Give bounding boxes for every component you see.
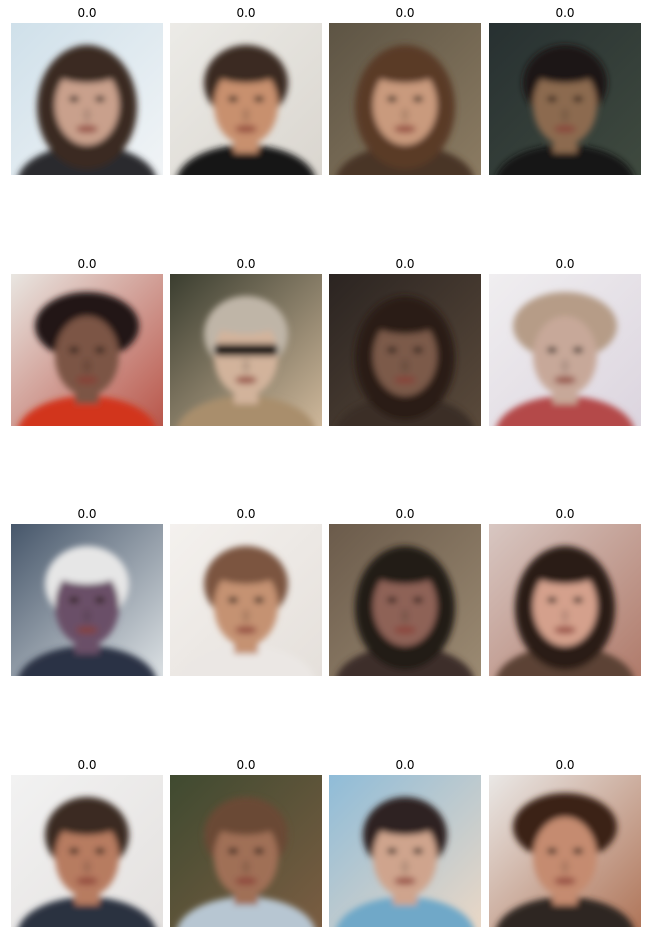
generated-face-image	[329, 524, 481, 676]
panel-title: 0.0	[77, 6, 97, 20]
panel-title: 0.0	[236, 507, 256, 521]
panel-title: 0.0	[236, 257, 256, 271]
panel-title: 0.0	[555, 507, 575, 521]
generated-face-image	[11, 23, 163, 175]
generated-face-image	[170, 775, 322, 927]
panel-title: 0.0	[395, 257, 415, 271]
generated-face-image	[329, 23, 481, 175]
generated-face-image	[11, 524, 163, 676]
panel-title: 0.0	[77, 758, 97, 772]
generated-face-image	[170, 274, 322, 426]
panel-title: 0.0	[77, 257, 97, 271]
image-grid: 0.0 0.0 0.0 0.0 0.0 0.0 0.0 0.0 0.0 0.0 0.0 0.0 0.0 0…	[0, 0, 651, 937]
generated-face-image	[329, 775, 481, 927]
panel-title: 0.0	[395, 758, 415, 772]
generated-face-image	[11, 775, 163, 927]
generated-face-image	[489, 775, 641, 927]
generated-face-image	[489, 23, 641, 175]
panel-title: 0.0	[395, 6, 415, 20]
panel-title: 0.0	[555, 758, 575, 772]
panel-title: 0.0	[77, 507, 97, 521]
generated-face-image	[170, 524, 322, 676]
panel-title: 0.0	[555, 257, 575, 271]
panel-title: 0.0	[236, 6, 256, 20]
panel-title: 0.0	[395, 507, 415, 521]
generated-face-image	[11, 274, 163, 426]
panel-title: 0.0	[236, 758, 256, 772]
generated-face-image	[489, 274, 641, 426]
generated-face-image	[170, 23, 322, 175]
panel-title: 0.0	[555, 6, 575, 20]
generated-face-image	[329, 274, 481, 426]
generated-face-image	[489, 524, 641, 676]
